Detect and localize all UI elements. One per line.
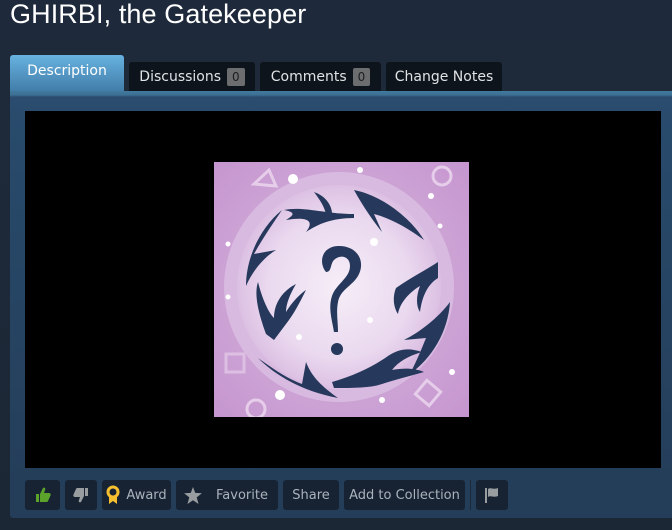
page-title: GHIRBI, the Gatekeeper	[10, 0, 307, 29]
award-label: Award	[126, 487, 167, 503]
tab-discussions[interactable]: Discussions 0	[129, 62, 255, 91]
discussions-count-badge: 0	[227, 67, 245, 86]
favorite-label: Favorite	[216, 487, 268, 503]
tab-label: Description	[27, 62, 107, 79]
tab-description[interactable]: Description	[10, 55, 124, 92]
tab-comments[interactable]: Comments 0	[260, 62, 381, 91]
comments-count-badge: 0	[352, 67, 371, 86]
star-icon	[184, 486, 202, 504]
thumbs-down-icon	[72, 487, 90, 503]
preview-image[interactable]	[214, 162, 469, 417]
award-icon	[106, 485, 120, 505]
rate-down-button[interactable]	[65, 480, 97, 510]
add-to-collection-label: Add to Collection	[349, 487, 460, 503]
tab-label: Comments	[270, 68, 347, 85]
award-button[interactable]: Award	[102, 480, 171, 510]
actions-divider	[470, 480, 471, 510]
thumbs-up-icon	[34, 487, 52, 503]
share-label: Share	[292, 487, 330, 503]
report-button[interactable]	[476, 480, 508, 510]
tab-label: Change Notes	[394, 68, 494, 85]
tab-label: Discussions	[139, 68, 222, 85]
share-button[interactable]: Share	[283, 480, 339, 510]
tab-change-notes[interactable]: Change Notes	[386, 62, 502, 91]
favorite-button[interactable]: Favorite	[176, 480, 278, 510]
flag-icon	[484, 487, 500, 503]
rate-up-button[interactable]	[25, 480, 60, 510]
add-to-collection-button[interactable]: Add to Collection	[344, 480, 465, 510]
